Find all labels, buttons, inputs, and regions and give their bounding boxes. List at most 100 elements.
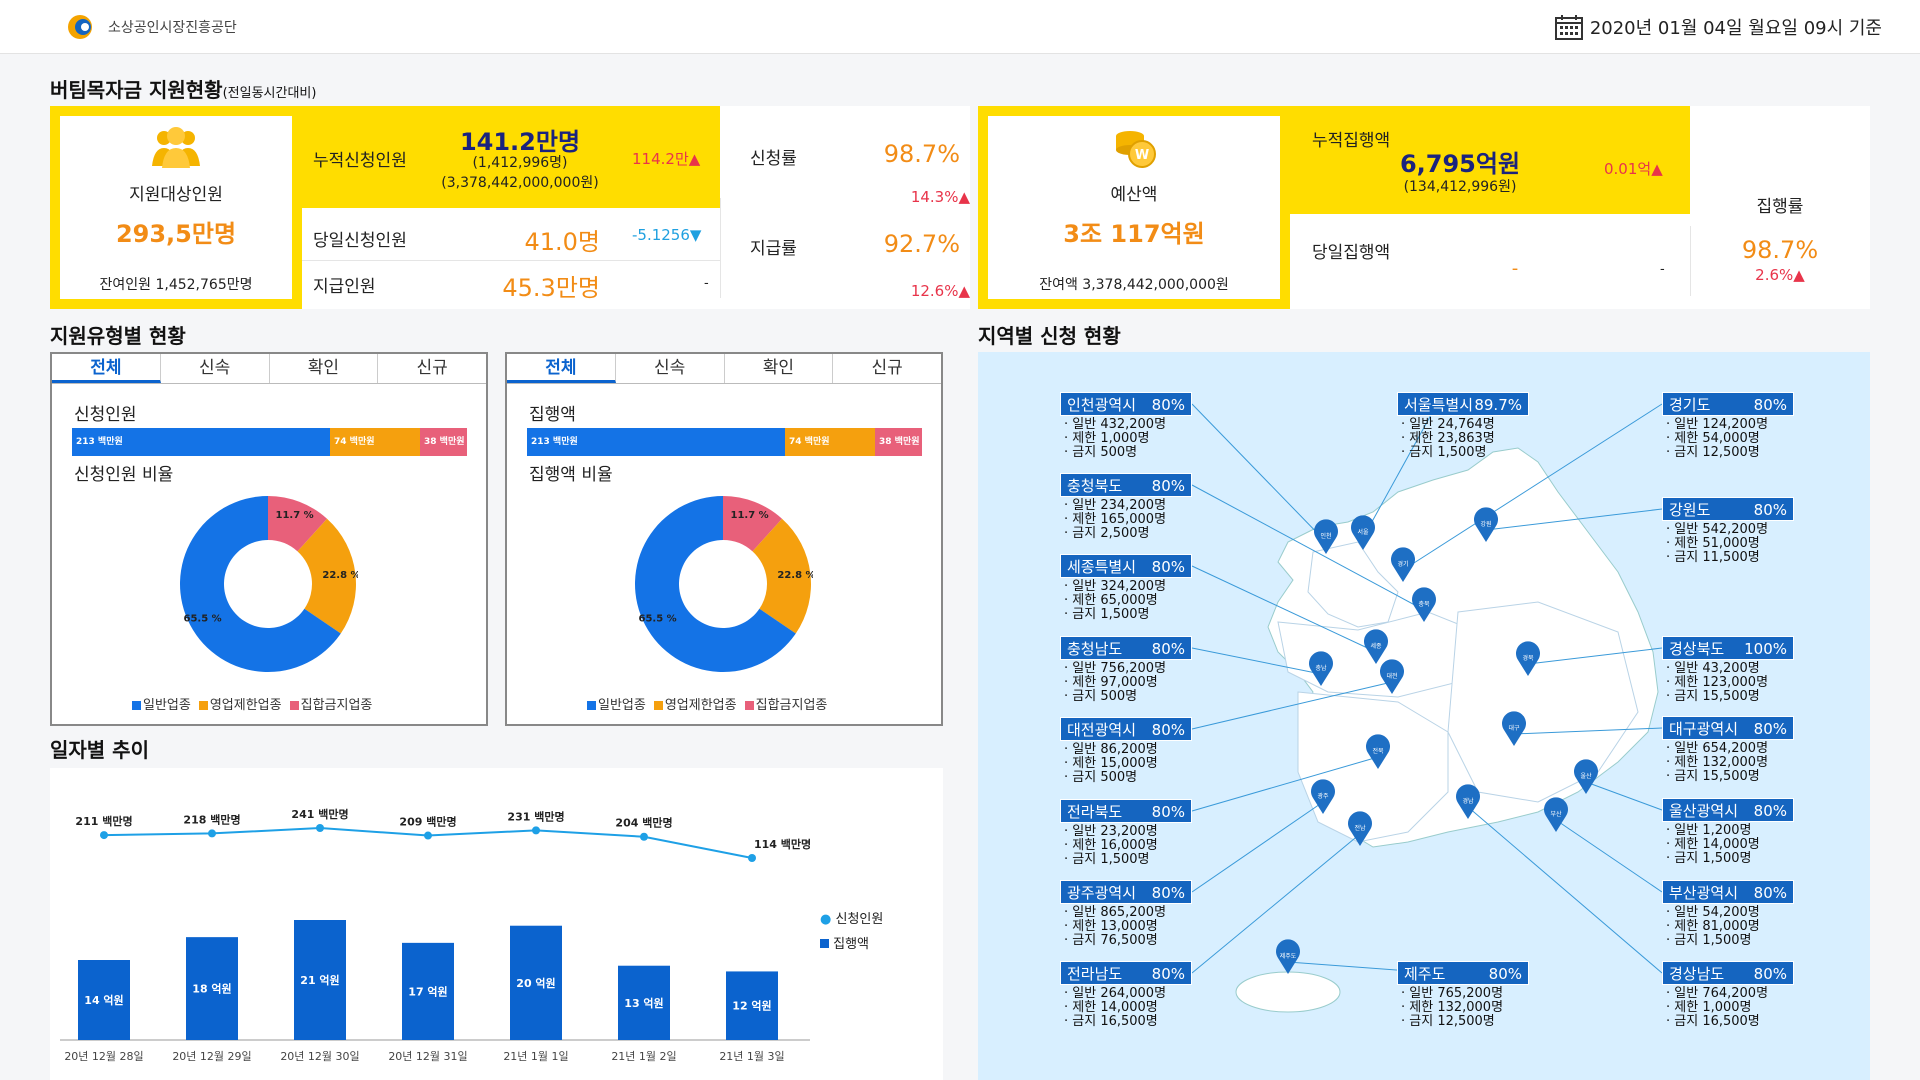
region-stat-line: 제한 132,000명 [1666,756,1794,770]
region-stat-line: 금지 16,500명 [1666,1015,1794,1029]
cum-apply-label: 누적신청인원 [313,151,407,171]
region-card[interactable]: 제주도 80% 일반 765,200명제한 132,000명금지 12,500명 [1397,961,1529,1029]
map-pin-label: 제주도 [1280,952,1297,960]
bar-title: 신청인원 [74,405,137,425]
region-stat-line: 일반 54,200명 [1666,906,1794,920]
region-stat-line: 금지 76,500명 [1064,934,1192,948]
svg-text:W: W [1135,148,1149,163]
region-name: 제주도 [1404,965,1446,983]
tab-confirm[interactable]: 확인 [724,354,834,383]
summary-title-text: 버팀목자금 지원현황 [50,78,223,102]
cum-exec-amount: (134,412,996원) [1403,179,1517,195]
region-name: 충청남도 [1067,640,1123,658]
donut-label: 65.5 % [184,614,222,625]
region-card[interactable]: 강원도 80% 일반 542,200명제한 51,000명금지 11,500명 [1662,497,1794,565]
region-card[interactable]: 대전광역시 80% 일반 86,200명제한 15,000명금지 500명 [1060,717,1192,785]
donut-chart: 11.7 % 22.8 % 65.5 % [180,496,358,672]
legend-apply: ● 신청인원 [820,912,884,927]
region-stat-line: 제한 23,863명 [1401,432,1529,446]
region-card[interactable]: 충청북도 80% 일반 234,200명제한 165,000명금지 2,500명 [1060,473,1192,541]
region-stat-line: 일반 654,200명 [1666,742,1794,756]
tab-quick[interactable]: 신속 [615,354,725,383]
tab-new[interactable]: 신규 [833,354,941,383]
budget-label: 예산액 [1110,185,1158,205]
donut-title: 집행액 비율 [529,465,613,485]
region-card[interactable]: 서울특별시89.7% 일반 24,764명제한 23,863명금지 1,500명 [1397,392,1529,460]
region-pct: 80% [1488,965,1522,983]
region-connector [1585,781,1663,811]
tab-new[interactable]: 신규 [378,354,486,383]
cum-exec-delta: 0.01억▲ [1604,160,1663,178]
region-stat-line: 제한 15,000명 [1064,757,1192,771]
map-pin-label: 서울 [1357,528,1369,536]
trend-point-label: 231 백만명 [507,809,564,823]
day-apply-delta: -5.1256▼ [632,226,702,244]
region-stat-line: 일반 43,200명 [1666,662,1794,676]
region-card[interactable]: 경기도 80% 일반 124,200명제한 54,000명금지 12,500명 [1662,392,1794,460]
map-pin-label: 전북 [1372,747,1384,755]
region-header: 경기도 80% [1662,392,1794,416]
region-stat-line: 제한 1,000명 [1064,432,1192,446]
region-card[interactable]: 경상남도 80% 일반 764,200명제한 1,000명금지 16,500명 [1662,961,1794,1029]
region-stat-line: 금지 1,500명 [1064,608,1192,622]
legend: 일반업종 영업제한업종 집합금지업종 [132,694,372,713]
cum-apply-delta: 114.2만▲ [632,150,701,168]
donut-label: 11.7 % [275,510,313,521]
exec-rate-value: 98.7% [1741,236,1819,264]
region-card[interactable]: 광주광역시 80% 일반 865,200명제한 13,000명금지 76,500명 [1060,880,1192,948]
region-connector [1555,819,1663,893]
region-header: 전라남도 80% [1060,961,1192,985]
region-pct: 80% [1753,802,1787,820]
gyeongsang-boundary [1447,601,1639,803]
region-pct: 80% [1151,965,1185,983]
region-pct: 80% [1151,721,1185,739]
map-pin-label: 인천 [1320,532,1331,540]
type-panel-exec: 전체 신속 확인 신규 집행액 213 백만원 74 백만원 38 백만원 집행… [505,352,943,726]
cum-exec-value: 6,795억원 [1399,150,1521,178]
donut-label: 22.8 % [322,570,358,581]
region-card[interactable]: 세종특별시 80% 일반 324,200명제한 65,000명금지 1,500명 [1060,554,1192,622]
region-card[interactable]: 부산광역시 80% 일반 54,200명제한 81,000명금지 1,500명 [1662,880,1794,948]
region-card[interactable]: 전라남도 80% 일반 264,000명제한 14,000명금지 16,500명 [1060,961,1192,1029]
region-pct: 80% [1753,884,1787,902]
x-tick-label: 21년 1월 3일 [719,1049,784,1063]
region-stat-line: 일반 432,200명 [1064,418,1192,432]
pay-rate-label: 지급률 [750,239,797,259]
tab-quick[interactable]: 신속 [160,354,270,383]
exec-rate-label: 집행률 [1756,197,1804,217]
trend-point-label: 211 백만명 [75,814,132,828]
region-card[interactable]: 인천광역시 80% 일반 432,200명제한 1,000명금지 500명 [1060,392,1192,460]
region-map-panel: 인천 서울 경기 강원 세종 충북 충남 대전 경북 대구 전북 울산 광주 경남 전남 부산 제주도 인천광역… [978,352,1870,1080]
region-name: 전라북도 [1067,803,1123,821]
map-pin-label: 전남 [1354,824,1366,832]
cum-apply-amount: (3,378,442,000,000원) [441,175,599,191]
tab-confirm[interactable]: 확인 [269,354,379,383]
region-stat-line: 일반 1,200명 [1666,824,1794,838]
trend-point-label: 241 백만명 [291,807,348,821]
region-stat-line: 제한 54,000명 [1666,432,1794,446]
region-card[interactable]: 대구광역시 80% 일반 654,200명제한 132,000명금지 15,500명 [1662,716,1794,784]
region-card[interactable]: 울산광역시 80% 일반 1,200명제한 14,000명금지 1,500명 [1662,798,1794,866]
map-pin-icon[interactable]: 제주도 [1276,939,1300,974]
region-stat-line: 제한 14,000명 [1666,838,1794,852]
region-name: 충청북도 [1067,477,1123,495]
region-pct: 80% [1753,965,1787,983]
logo-icon [68,15,92,39]
region-name: 전라남도 [1067,965,1123,983]
tab-all[interactable]: 전체 [507,354,616,383]
region-card[interactable]: 전라북도 80% 일반 23,200명제한 16,000명금지 1,500명 [1060,799,1192,867]
trend-bar-label: 20 억원 [516,976,555,990]
region-card[interactable]: 경상북도 100% 일반 43,200명제한 123,000명금지 15,500명 [1662,636,1794,704]
region-stat-line: 금지 1,500명 [1666,852,1794,866]
map-pin-icon[interactable]: 부산 [1544,797,1568,832]
map-pin-label: 강원 [1480,520,1491,528]
budget-remain: 잔여액 3,378,442,000,000원 [1039,277,1229,293]
region-card[interactable]: 충청남도 80% 일반 756,200명제한 97,000명금지 500명 [1060,636,1192,704]
region-name: 서울특별시 [1404,396,1474,414]
trend-point-label: 204 백만명 [615,816,672,830]
trend-point-label: 114 백만명 [754,837,811,851]
tab-all[interactable]: 전체 [52,354,161,383]
region-header: 경상북도 100% [1662,636,1794,660]
x-tick-label: 20년 12월 28일 [64,1049,143,1063]
region-pct: 80% [1753,720,1787,738]
